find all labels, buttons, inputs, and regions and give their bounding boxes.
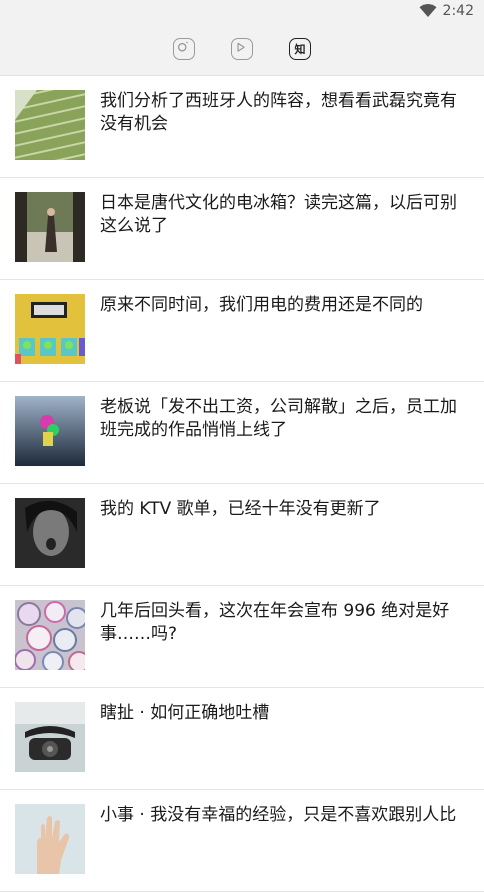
play-icon bbox=[231, 38, 253, 60]
top-tabs: 知 bbox=[0, 36, 484, 64]
list-item[interactable]: 日本是唐代文化的电冰箱？读完这篇，以后可别这么说了 bbox=[0, 178, 484, 280]
top-bar: 2:42 知 bbox=[0, 0, 484, 75]
rotary-phone-image bbox=[15, 702, 85, 772]
article-title: 原来不同时间，我们用电的费用还是不同的 bbox=[100, 295, 423, 315]
status-time: 2:42 bbox=[442, 3, 474, 19]
tab-zhihu[interactable]: 知 bbox=[287, 36, 313, 62]
list-item[interactable]: 我的 KTV 歌单，已经十年没有更新了 bbox=[0, 484, 484, 586]
list-item[interactable]: 老板说「发不出工资，公司解散」之后，员工加班完成的作品悄悄上线了 bbox=[0, 382, 484, 484]
article-title: 老板说「发不出工资，公司解散」之后，员工加班完成的作品悄悄上线了 bbox=[100, 397, 457, 440]
list-item[interactable]: 几年后回头看，这次在年会宣布 996 绝对是好事……吗? bbox=[0, 586, 484, 688]
tab-video[interactable] bbox=[229, 36, 255, 62]
list-item[interactable]: 我们分析了西班牙人的阵容，想看看武磊究竟有没有机会 bbox=[0, 76, 484, 178]
article-title: 我们分析了西班牙人的阵容，想看看武磊究竟有没有机会 bbox=[100, 91, 457, 134]
clocks-image bbox=[15, 600, 85, 670]
article-title: 小事 · 我没有幸福的经验，只是不喜欢跟别人比 bbox=[100, 805, 457, 825]
zhihu-icon: 知 bbox=[289, 38, 311, 60]
zhihu-label: 知 bbox=[294, 43, 306, 56]
wifi-icon bbox=[419, 4, 437, 17]
article-title: 瞎扯 · 如何正确地吐槽 bbox=[100, 703, 270, 723]
article-title: 几年后回头看，这次在年会宣布 996 绝对是好事……吗? bbox=[100, 601, 450, 644]
status-bar: 2:42 bbox=[0, 0, 484, 24]
toy-figure-image bbox=[15, 396, 85, 466]
article-title: 日本是唐代文化的电冰箱？读完这篇，以后可别这么说了 bbox=[100, 193, 457, 236]
list-item[interactable]: 原来不同时间，我们用电的费用还是不同的 bbox=[0, 280, 484, 382]
list-item[interactable]: 瞎扯 · 如何正确地吐槽 bbox=[0, 688, 484, 790]
tab-instagram[interactable] bbox=[171, 36, 197, 62]
article-title: 我的 KTV 歌单，已经十年没有更新了 bbox=[100, 499, 381, 519]
stadium-seats-image bbox=[15, 90, 85, 160]
list-item[interactable]: 小事 · 我没有幸福的经验，只是不喜欢跟别人比 bbox=[0, 790, 484, 892]
instagram-icon bbox=[173, 38, 195, 60]
electric-meter-image bbox=[15, 294, 85, 364]
singer-face-image bbox=[15, 498, 85, 568]
woman-in-corridor-image bbox=[15, 192, 85, 262]
